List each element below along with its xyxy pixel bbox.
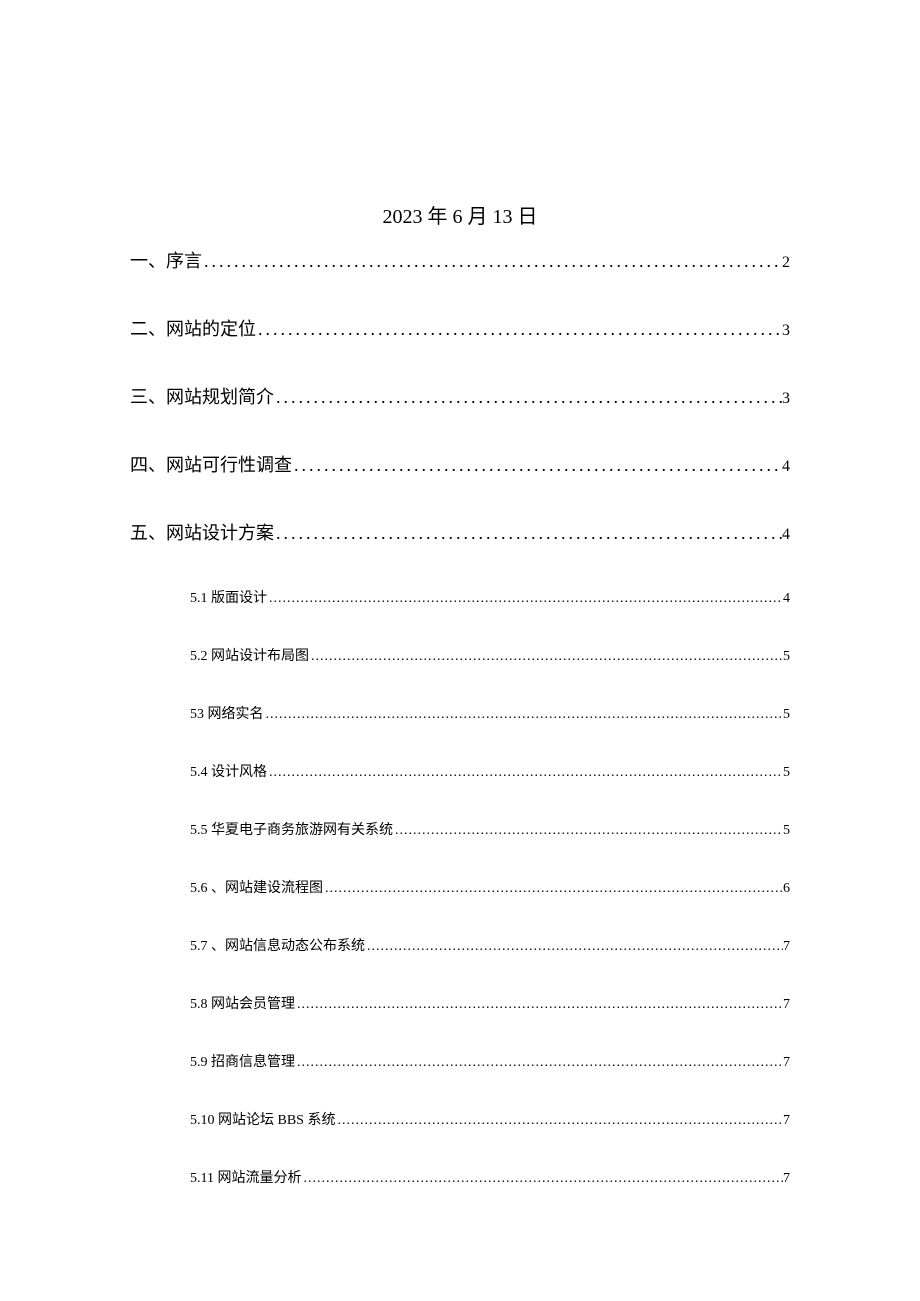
toc-leader-dots: ........................................… [256,319,782,340]
toc-leader-dots: ........................................… [301,1171,783,1187]
toc-entry-page: 3 [782,322,790,340]
toc-entry-label: 一、序言 [130,247,202,273]
toc-entry: 5.2 网站设计布局图.............................… [190,645,790,665]
toc-entry: 五、网站设计方案................................… [130,519,790,545]
toc-entry-label: 5.8 网站会员管理 [190,993,295,1013]
toc-entry: 5.5 华夏电子商务旅游网有关系统.......................… [190,819,790,839]
toc-leader-dots: ........................................… [365,939,783,955]
toc-entry-page: 7 [783,997,790,1013]
toc-leader-dots: ........................................… [292,455,782,476]
toc-entry-page: 4 [782,526,790,544]
toc-entry: 5.8 网站会员管理..............................… [190,993,790,1013]
toc-entry-page: 7 [783,1171,790,1187]
toc-leader-dots: ........................................… [393,823,783,839]
toc-entry-page: 5 [783,707,790,723]
toc-entry: 三、网站规划简介................................… [130,383,790,409]
toc-leader-dots: ........................................… [264,707,784,723]
toc-entry-label: 5.6 、网站建设流程图 [190,877,323,897]
toc-entry-label: 5.10 网站论坛 BBS 系统 [190,1109,335,1129]
toc-entry-label: 5.2 网站设计布局图 [190,645,309,665]
toc-entry-page: 5 [783,765,790,781]
toc-entry-page: 7 [783,939,790,955]
document-page: 2023 年 6 月 13 日 一、序言....................… [0,0,920,1187]
toc-entry-label: 5.11 网站流量分析 [190,1167,301,1187]
toc-entry: 5.9 招商信息管理..............................… [190,1051,790,1071]
toc-entry-label: 53 网络实名 [190,703,264,723]
toc-entry-page: 6 [783,881,790,897]
toc-entry-label: 二、网站的定位 [130,315,256,341]
toc-entry-label: 五、网站设计方案 [130,519,274,545]
toc-entry-label: 5.9 招商信息管理 [190,1051,295,1071]
toc-entry-label: 四、网站可行性调查 [130,451,292,477]
toc-leader-dots: ........................................… [335,1113,783,1129]
toc-entry-page: 4 [783,591,790,607]
toc-entry: 5.1 版面设计................................… [190,587,790,607]
toc-entry: 53 网络实名.................................… [190,703,790,723]
toc-leader-dots: ........................................… [267,591,783,607]
toc-entry-page: 3 [782,390,790,408]
toc-entry-page: 7 [783,1113,790,1129]
toc-leader-dots: ........................................… [202,251,782,272]
toc-entry: 5.6 、网站建设流程图............................… [190,877,790,897]
toc-entry-label: 5.5 华夏电子商务旅游网有关系统 [190,819,393,839]
toc-entry-page: 7 [783,1055,790,1071]
toc-entry: 5.7 、网站信息动态公布系统.........................… [190,935,790,955]
toc-leader-dots: ........................................… [309,649,783,665]
toc-leader-dots: ........................................… [274,523,782,544]
document-date: 2023 年 6 月 13 日 [130,200,790,229]
toc-leader-dots: ........................................… [295,997,783,1013]
toc-leader-dots: ........................................… [267,765,783,781]
toc-leader-dots: ........................................… [295,1055,783,1071]
toc-entry-page: 5 [783,823,790,839]
toc-entry-page: 2 [782,254,790,272]
toc-entry: 二、网站的定位.................................… [130,315,790,341]
toc-entry-label: 5.1 版面设计 [190,587,267,607]
toc-entry: 5.11 网站流量分析.............................… [190,1167,790,1187]
toc-entry-page: 4 [782,458,790,476]
toc-entry-label: 5.7 、网站信息动态公布系统 [190,935,365,955]
toc-entry-label: 三、网站规划简介 [130,383,274,409]
table-of-contents: 一、序言....................................… [130,247,790,1187]
toc-entry-page: 5 [783,649,790,665]
toc-leader-dots: ........................................… [323,881,783,897]
toc-leader-dots: ........................................… [274,387,782,408]
toc-entry: 5.10 网站论坛 BBS 系统........................… [190,1109,790,1129]
toc-entry: 5.4 设计风格................................… [190,761,790,781]
toc-entry-label: 5.4 设计风格 [190,761,267,781]
toc-entry: 一、序言....................................… [130,247,790,273]
toc-entry: 四、网站可行性调查...............................… [130,451,790,477]
